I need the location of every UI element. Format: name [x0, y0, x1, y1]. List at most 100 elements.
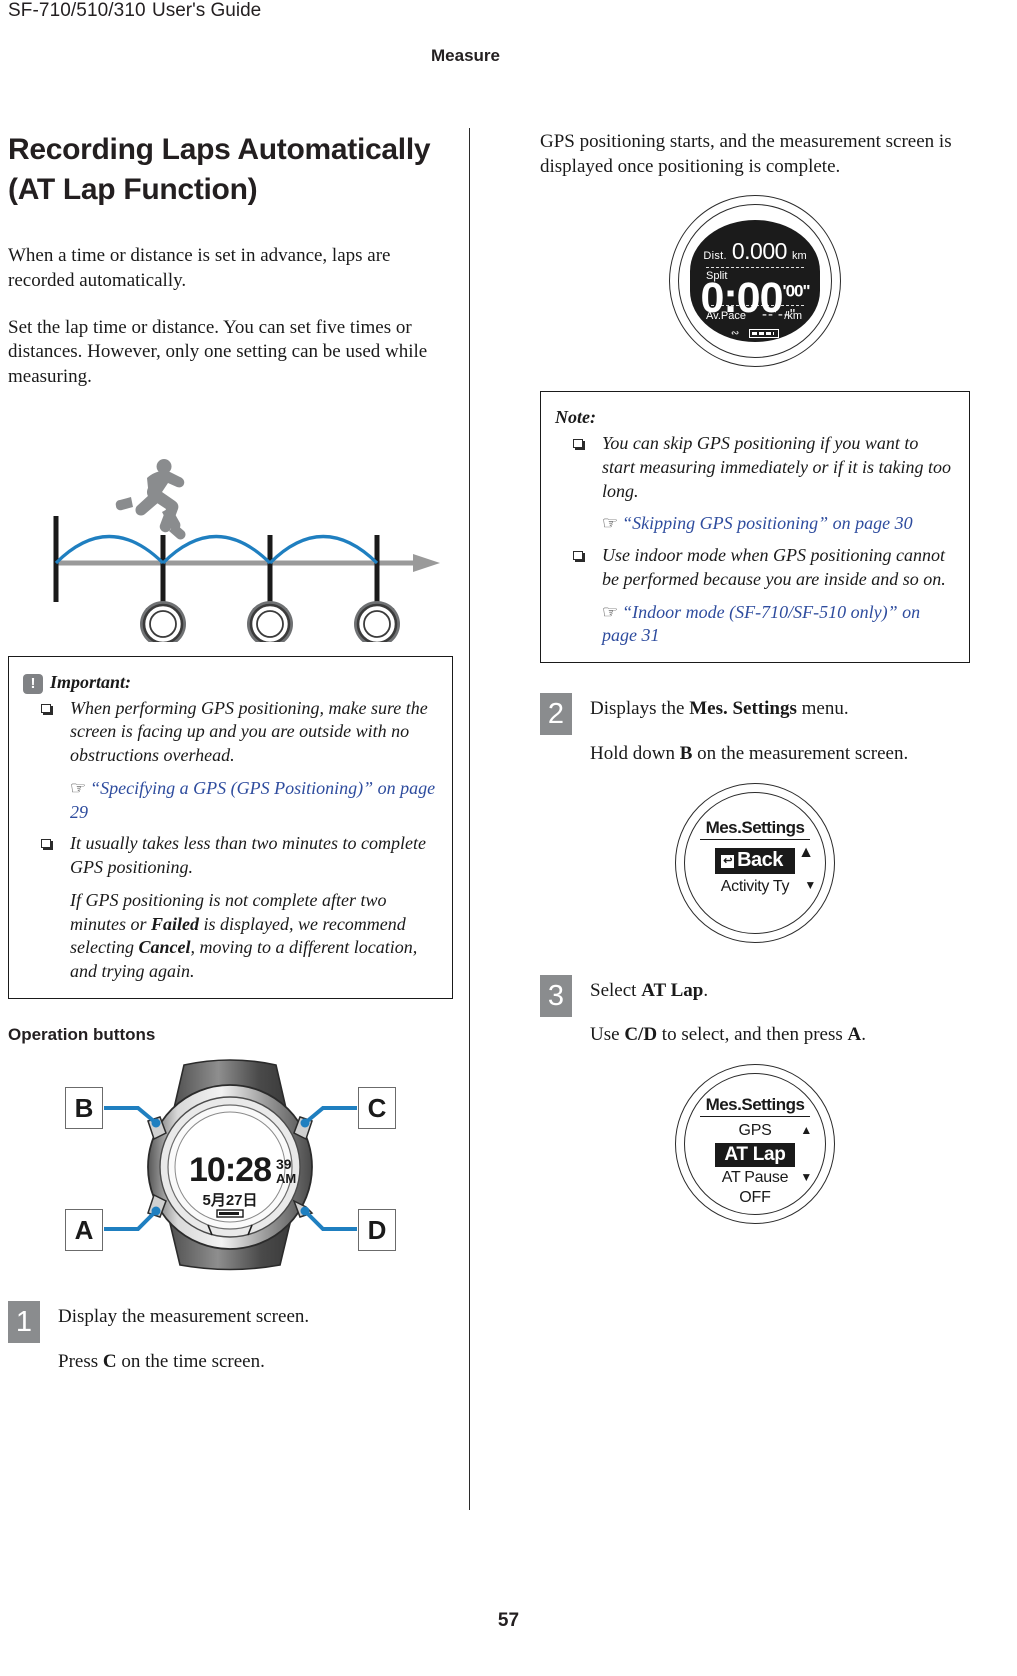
note-label: Note:: [555, 407, 596, 428]
mes-settings-menu-2: Mes.Settings GPS ▲ AT Lap AT Pause ▼ OFF: [700, 1095, 813, 1206]
step-1-body: Display the measurement screen. Press C …: [58, 1301, 453, 1374]
watch-bezel: Mes.Settings ↩ Back ▲ Activity Ty ▼: [675, 782, 835, 943]
step-2-line2-post: on the measurement screen.: [692, 742, 909, 764]
bullet-square-icon: [573, 551, 583, 561]
avg-pace-unit: /km: [784, 310, 802, 323]
menu-item-at-lap[interactable]: AT Lap: [715, 1143, 795, 1167]
cross-reference-link[interactable]: ☞ “Indoor mode (SF-710/SF-510 only)” on p…: [602, 601, 955, 649]
step-3-line-1: Select AT Lap.: [590, 979, 970, 1004]
distance-unit: km: [791, 250, 807, 263]
note-bullet-list: You can skip GPS positioning if you want…: [555, 432, 955, 648]
step-1-pre: Press: [58, 1350, 103, 1372]
step-2-line2-pre: Hold down: [590, 742, 680, 764]
watch-bezel: Mes.Settings GPS ▲ AT Lap AT Pause ▼ OFF: [675, 1063, 835, 1224]
header-model: SF-710/510/310: [8, 0, 146, 21]
note-item-1-text: Use indoor mode when GPS positioning can…: [602, 545, 946, 589]
at-lap-keyword: AT Lap: [641, 979, 704, 1001]
menu-selected-row[interactable]: ↩ Back ▲: [700, 844, 814, 874]
step-3-line2-post: .: [861, 1024, 867, 1046]
gps-signal-icon: ∾: [730, 328, 740, 340]
note-callout: Note: You can skip GPS positioning if yo…: [540, 391, 970, 664]
mes-settings-menu-1: Mes.Settings ↩ Back ▲ Activity Ty ▼: [700, 818, 817, 912]
back-label: Back: [737, 848, 783, 871]
menu-item-at-pause[interactable]: AT Pause ▼: [700, 1168, 812, 1188]
button-a-keyword: A: [847, 1024, 862, 1046]
menu-title: Mes.Settings: [700, 1095, 810, 1117]
activity-type-label: Activity Ty: [720, 877, 790, 895]
chevron-down-icon[interactable]: ▼: [800, 1170, 812, 1185]
chevron-down-icon[interactable]: ▼: [804, 878, 816, 893]
right-column: GPS positioning starts, and the measurem…: [540, 130, 970, 1238]
important-item-0-text: When performing GPS positioning, make su…: [70, 697, 428, 766]
step-2-pre: Displays the: [590, 698, 690, 720]
back-menu-item[interactable]: ↩ Back: [715, 847, 795, 874]
list-item: You can skip GPS positioning if you want…: [555, 432, 955, 536]
distance-value: 0.000: [731, 238, 788, 265]
failed-keyword: Failed: [151, 913, 199, 934]
battery-icon: [749, 329, 780, 339]
step-3: 3 Select AT Lap. Use C/D to select, and …: [540, 974, 970, 1048]
menu-item-off[interactable]: OFF: [700, 1189, 810, 1207]
split-time: 0:00'00": [690, 274, 820, 323]
lap-diagram-figure: [8, 412, 453, 647]
column-divider: [469, 128, 470, 1510]
measurement-screen-figure: Dist. 0.000 km Split 0:00'00" Av.Pace --…: [669, 195, 841, 368]
button-callout-b: B: [65, 1086, 103, 1129]
note-item-0-text: You can skip GPS positioning if you want…: [602, 433, 951, 501]
lap-diagram-svg: [53, 458, 440, 647]
list-item: Use indoor mode when GPS positioning can…: [555, 544, 955, 648]
menu-item-gps[interactable]: GPS ▲: [700, 1121, 813, 1141]
important-item-1-text: It usually takes less than two minutes t…: [70, 833, 426, 878]
page-number: 57: [497, 1610, 520, 1631]
step-2-line-1: Displays the Mes. Settings menu.: [590, 697, 970, 722]
important-header: ! Important:: [23, 671, 438, 695]
cross-reference-link[interactable]: ☞ “Skipping GPS positioning” on page 30: [602, 512, 955, 536]
split-seconds: '00": [782, 282, 811, 302]
button-callout-d: D: [358, 1208, 396, 1251]
intro-paragraph-2: Set the lap time or distance. You can se…: [8, 316, 428, 388]
page-header: SF-710/510/310 User's Guide Measure: [0, 0, 1017, 96]
operation-buttons-heading: Operation buttons: [8, 1024, 156, 1044]
mes-settings-keyword: Mes. Settings: [689, 698, 797, 720]
step-3-line-2: Use C/D to select, and then press A.: [590, 1023, 970, 1048]
svg-text:AM: AM: [276, 1171, 296, 1186]
chevron-up-icon[interactable]: ▲: [798, 844, 814, 862]
left-column: Recording Laps Automatically (AT Lap Fun…: [8, 130, 453, 1374]
important-label: Important:: [50, 671, 132, 692]
cross-reference-text: “Specifying a GPS (GPS Positioning)” on …: [70, 777, 436, 822]
avg-pace-value: --'--": [762, 306, 797, 324]
watch-bezel: Dist. 0.000 km Split 0:00'00" Av.Pace --…: [669, 195, 841, 368]
step-2-line-2: Hold down B on the measurement screen.: [590, 742, 970, 767]
important-callout: ! Important: When performing GPS positio…: [8, 655, 453, 999]
step-3-line2-mid: to select, and then press: [657, 1024, 848, 1046]
pointing-hand-icon: ☞: [70, 777, 87, 798]
button-callout-c: C: [358, 1086, 396, 1129]
step-1-line-2: Press C on the time screen.: [58, 1350, 453, 1375]
step-1-post: on the time screen.: [116, 1350, 265, 1372]
split-minutes: 0:00: [700, 274, 783, 323]
right-intro-paragraph: GPS positioning starts, and the measurem…: [540, 131, 952, 177]
svg-text:5月27日: 5月27日: [202, 1192, 257, 1209]
pointing-hand-icon: ☞: [602, 601, 619, 622]
lcd-divider-bottom: [706, 305, 804, 307]
distance-label: Dist.: [703, 250, 727, 263]
step-2-post: menu.: [796, 698, 849, 720]
svg-text:10:28: 10:28: [189, 1151, 271, 1189]
bullet-square-icon: [41, 839, 51, 849]
gps-label: GPS: [738, 1121, 772, 1139]
at-pause-label: AT Pause: [721, 1168, 789, 1186]
chevron-up-icon[interactable]: ▲: [800, 1123, 812, 1138]
menu-screen-1-figure: Mes.Settings ↩ Back ▲ Activity Ty ▼: [675, 782, 835, 943]
step-2-body: Displays the Mes. Settings menu. Hold do…: [590, 693, 970, 766]
button-callout-a: A: [65, 1208, 103, 1251]
important-bullet-list: When performing GPS positioning, make su…: [23, 697, 438, 984]
buttons-cd-keyword: C/D: [624, 1024, 658, 1046]
cross-reference-link[interactable]: ☞ “Specifying a GPS (GPS Positioning)” on…: [70, 777, 438, 825]
menu-selected-wrap: AT Lap: [700, 1141, 810, 1167]
back-arrow-icon: ↩: [721, 854, 735, 868]
menu-next-row[interactable]: Activity Ty ▼: [700, 877, 817, 897]
step-number-3: 3: [540, 974, 572, 1017]
intro-paragraph-1: When a time or distance is set in advanc…: [8, 245, 391, 292]
lcd-divider-top: [706, 267, 804, 269]
cancel-keyword: Cancel: [138, 937, 191, 958]
